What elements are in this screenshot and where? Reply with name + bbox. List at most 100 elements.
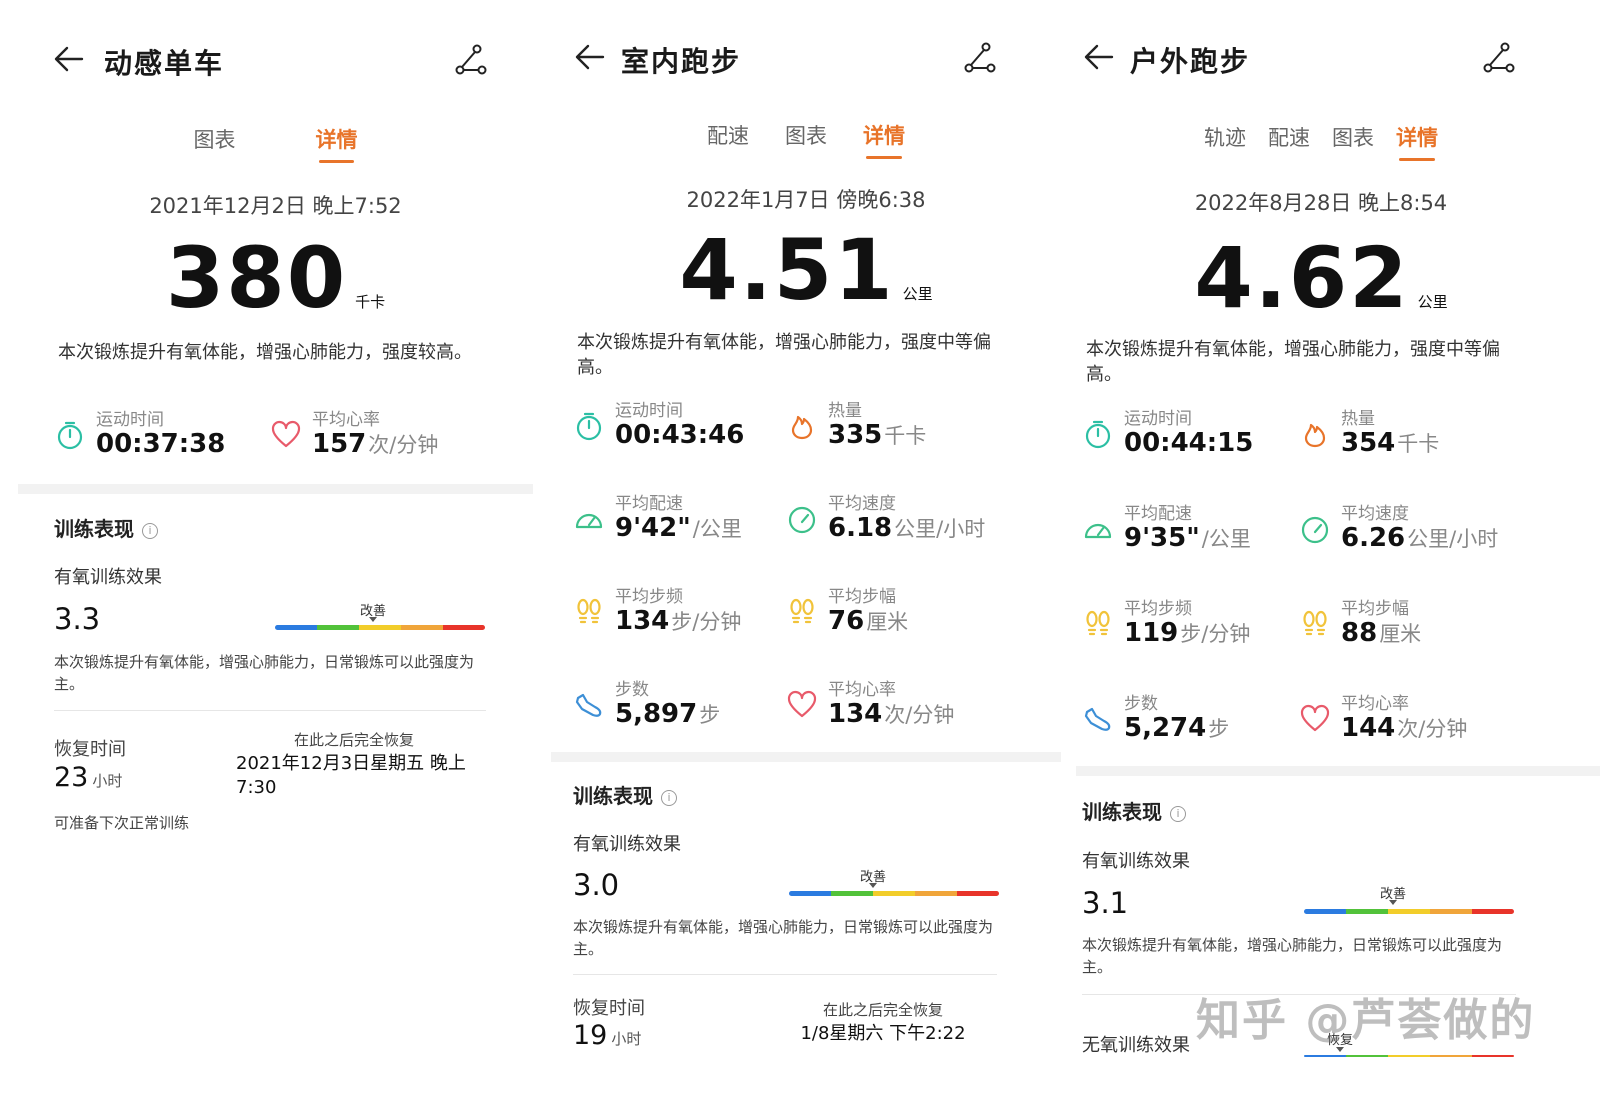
tab-pace[interactable]: 配速 bbox=[1268, 122, 1310, 161]
header: 室内跑步 bbox=[551, 0, 1061, 110]
metric-value-row: 134步/分钟 bbox=[615, 606, 741, 636]
metric-value: 354 bbox=[1341, 428, 1396, 458]
metric-label: 平均配速 bbox=[1124, 504, 1192, 524]
main-unit: 千卡 bbox=[355, 293, 386, 311]
metric-label: 运动时间 bbox=[615, 401, 683, 421]
info-icon[interactable]: i bbox=[1170, 806, 1186, 822]
route-icon[interactable] bbox=[453, 42, 489, 78]
metric-calories: 热量 335千卡 bbox=[786, 396, 1016, 456]
aerobic-effect-value: 3.1 bbox=[1082, 886, 1129, 920]
metric-value-row: 88厘米 bbox=[1341, 618, 1421, 648]
tab-pace[interactable]: 配速 bbox=[707, 120, 749, 159]
aerobic-effect-label: 有氧训练效果 bbox=[1082, 851, 1190, 872]
watermark: 知乎 @芦荟做的 bbox=[1196, 995, 1536, 1046]
page-title: 室内跑步 bbox=[621, 45, 742, 78]
training-performance-title: 训练表现 i bbox=[1082, 796, 1186, 825]
main-value-block: 380 千卡 bbox=[18, 236, 533, 320]
bar-seg-5 bbox=[957, 891, 999, 896]
recovery-time-value-row: 23 小时 bbox=[54, 762, 122, 793]
back-arrow-icon[interactable] bbox=[1082, 40, 1116, 74]
bar-seg-3 bbox=[359, 625, 401, 630]
panel-outdoor-run: 户外跑步 轨迹 配速 图表 详情 2022年8月28日 晚上8:54 4.62 … bbox=[1076, 0, 1600, 1100]
gauge-icon bbox=[788, 506, 816, 534]
tab-chart[interactable]: 图表 bbox=[785, 120, 827, 159]
metric-label: 平均步频 bbox=[1124, 599, 1192, 619]
metric-label: 运动时间 bbox=[1124, 409, 1192, 429]
page-title: 动感单车 bbox=[104, 47, 225, 80]
footprints-icon bbox=[1303, 610, 1327, 636]
intensity-description: 本次锻炼提升有氧体能，增强心肺能力，强度较高。 bbox=[58, 342, 472, 363]
tab-chart[interactable]: 图表 bbox=[194, 124, 236, 163]
route-icon[interactable] bbox=[1481, 40, 1517, 76]
metric-unit: /公里 bbox=[1201, 527, 1251, 551]
metric-value-row: 00:44:15 bbox=[1124, 428, 1255, 458]
tab-details[interactable]: 详情 bbox=[863, 120, 905, 159]
metric-value-row: 119步/分钟 bbox=[1124, 618, 1250, 648]
metric-label: 步数 bbox=[1124, 694, 1158, 714]
bar-seg-1 bbox=[789, 891, 831, 896]
metric-value-row: 9'42"/公里 bbox=[615, 513, 742, 543]
training-performance-title: 训练表现 i bbox=[573, 780, 677, 809]
ready-next-training-text: 可准备下次正常训练 bbox=[54, 814, 190, 832]
metric-value-row: 76厘米 bbox=[828, 606, 908, 636]
bar-seg-2 bbox=[1346, 909, 1388, 914]
footprints-icon bbox=[577, 598, 601, 624]
tab-chart[interactable]: 图表 bbox=[1332, 122, 1374, 161]
heart-icon bbox=[271, 420, 301, 448]
route-icon[interactable] bbox=[962, 40, 998, 76]
metric-label: 平均心率 bbox=[1341, 694, 1409, 714]
stopwatch-icon bbox=[576, 412, 602, 441]
recovery-time-unit: 小时 bbox=[92, 772, 123, 790]
recovery-time-value-row: 19 小时 bbox=[573, 1020, 641, 1051]
tab-bar: 配速 图表 详情 bbox=[551, 120, 1061, 159]
aerobic-effect-value: 3.0 bbox=[573, 868, 620, 902]
flame-icon bbox=[791, 415, 813, 440]
metric-heart-rate: 平均心率 157次/分钟 bbox=[270, 405, 490, 465]
metric-unit: 公里/小时 bbox=[894, 517, 986, 541]
bar-seg-1 bbox=[1304, 1055, 1346, 1057]
shoe-icon bbox=[575, 693, 602, 717]
info-icon[interactable]: i bbox=[661, 790, 677, 806]
tab-track[interactable]: 轨迹 bbox=[1204, 122, 1246, 161]
bar-marker bbox=[1389, 900, 1397, 905]
aerobic-effect-value: 3.3 bbox=[54, 602, 101, 636]
tab-details[interactable]: 详情 bbox=[316, 124, 358, 163]
metric-unit: 步 bbox=[699, 703, 721, 727]
metric-value: 134 bbox=[615, 606, 670, 636]
bar-marker bbox=[369, 617, 377, 622]
full-recovery-label: 在此之后完全恢复 bbox=[822, 1001, 943, 1019]
header: 户外跑步 bbox=[1076, 0, 1600, 110]
main-value-block: 4.62 公里 bbox=[1076, 236, 1600, 320]
section-title-text: 训练表现 bbox=[54, 517, 134, 541]
metric-value: 00:43:46 bbox=[615, 420, 745, 450]
bar-seg-5 bbox=[1472, 909, 1514, 914]
bar-seg-2 bbox=[831, 891, 873, 896]
divider-line bbox=[54, 710, 486, 711]
metric-unit: 公里/小时 bbox=[1407, 527, 1499, 551]
metric-value: 6.18 bbox=[828, 513, 893, 543]
metric-duration: 运动时间 00:43:46 bbox=[573, 396, 778, 456]
tab-details[interactable]: 详情 bbox=[1396, 122, 1438, 161]
flame-icon bbox=[1304, 423, 1326, 448]
stopwatch-icon bbox=[1085, 420, 1111, 449]
bar-seg-4 bbox=[915, 891, 957, 896]
metric-value: 5,274 bbox=[1124, 713, 1207, 743]
heart-icon bbox=[787, 690, 817, 718]
back-arrow-icon[interactable] bbox=[573, 40, 607, 74]
metric-label: 热量 bbox=[1341, 409, 1375, 429]
main-value: 380 bbox=[165, 229, 348, 327]
training-performance-title: 训练表现 i bbox=[54, 513, 158, 542]
metric-value-row: 134次/分钟 bbox=[828, 699, 954, 729]
metric-avg-cadence: 平均步频 119步/分钟 bbox=[1082, 594, 1292, 654]
metric-unit: 步/分钟 bbox=[1180, 622, 1251, 646]
metric-avg-speed: 平均速度 6.26公里/小时 bbox=[1299, 499, 1529, 559]
metric-heart-rate: 平均心率 144次/分钟 bbox=[1299, 689, 1529, 749]
info-icon[interactable]: i bbox=[142, 523, 158, 539]
heart-icon bbox=[1300, 704, 1330, 732]
metric-value: 76 bbox=[828, 606, 865, 636]
metric-value: 00:44:15 bbox=[1124, 428, 1254, 458]
panel-cycling: 动感单车 图表 详情 2021年12月2日 晚上7:52 380 千卡 本次锻炼… bbox=[18, 0, 533, 1100]
back-arrow-icon[interactable] bbox=[52, 42, 86, 76]
recovery-time-value: 23 bbox=[54, 762, 89, 793]
intensity-description: 本次锻炼提升有氧体能，增强心肺能力，强度中等偏高。 bbox=[1086, 339, 1500, 385]
